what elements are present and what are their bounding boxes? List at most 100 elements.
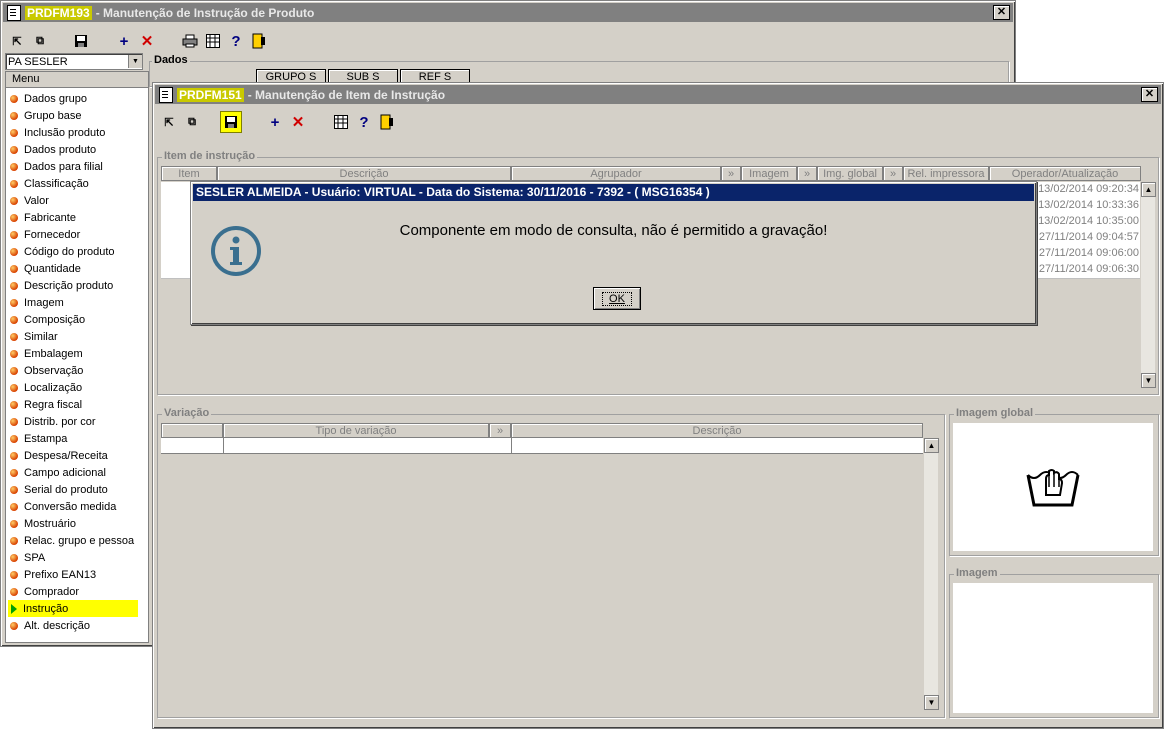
col-img-global[interactable]: Img. global (817, 166, 883, 181)
menu-item[interactable]: Serial do produto (8, 481, 108, 498)
bullet-icon (10, 94, 18, 103)
menu-item[interactable]: Inclusão produto (8, 124, 105, 141)
company-combo[interactable]: PA SESLER ▼ (5, 53, 143, 70)
variacao-cell[interactable] (223, 438, 224, 453)
menu-panel: Menu Dados grupo Grupo base Inclusão produ… (5, 71, 149, 643)
menu-item[interactable]: Instrução (8, 600, 138, 617)
save-icon[interactable] (71, 31, 91, 51)
bullet-icon (10, 587, 18, 596)
menu-item[interactable]: Estampa (8, 430, 67, 447)
bullet-icon (10, 417, 18, 426)
dialog-titlebar[interactable]: SESLER ALMEIDA - Usuário: VIRTUAL - Data… (193, 184, 1034, 201)
menu-item-label: Valor (24, 194, 49, 207)
bullet-icon (10, 366, 18, 375)
scroll-up-icon[interactable]: ▲ (924, 438, 939, 453)
variacao-scrollbar[interactable]: ▲ ▼ (923, 438, 939, 710)
menu-item[interactable]: Comprador (8, 583, 79, 600)
menu-item[interactable]: Mostruário (8, 515, 76, 532)
menu-item[interactable]: Embalagem (8, 345, 83, 362)
print-icon[interactable] (180, 31, 200, 51)
help-icon[interactable]: ? (226, 31, 246, 51)
menu-item[interactable]: Grupo base (8, 107, 81, 124)
first-icon[interactable]: ⇱ (159, 112, 179, 132)
variacao-label: Variação (162, 407, 212, 419)
menu-item[interactable]: Fabricante (8, 209, 76, 226)
menu-item[interactable]: Campo adicional (8, 464, 106, 481)
help-icon[interactable]: ? (354, 112, 374, 132)
save-icon[interactable] (220, 111, 242, 133)
delete-icon[interactable]: ✕ (288, 112, 308, 132)
col-tipo-lookup[interactable]: » (489, 423, 511, 438)
menu-item[interactable]: Relac. grupo e pessoa (8, 532, 134, 549)
grid-icon[interactable] (331, 112, 351, 132)
menu-item[interactable]: Dados para filial (8, 158, 103, 175)
menu-item[interactable]: Imagem (8, 294, 64, 311)
menu-item[interactable]: Código do produto (8, 243, 115, 260)
scroll-up-icon[interactable]: ▲ (1141, 182, 1156, 197)
close-icon[interactable]: ✕ (1141, 87, 1158, 102)
menu-item[interactable]: Descrição produto (8, 277, 113, 294)
menu-item[interactable]: Alt. descrição (8, 617, 90, 634)
copy-icon[interactable]: ⧉ (182, 112, 202, 132)
col-blank[interactable] (161, 423, 223, 438)
bullet-icon (10, 519, 18, 528)
scroll-down-icon[interactable]: ▼ (924, 695, 939, 710)
col-img-global-lookup[interactable]: » (883, 166, 903, 181)
menu-item[interactable]: Dados grupo (8, 90, 87, 107)
back-window-title: - Manutenção de Instrução de Produto (95, 5, 315, 20)
menu-item[interactable]: Similar (8, 328, 58, 345)
col-variacao-descricao[interactable]: Descrição (511, 423, 923, 438)
menu-item[interactable]: Dados produto (8, 141, 96, 158)
variacao-cell[interactable] (511, 438, 512, 453)
document-icon (159, 86, 173, 103)
menu-item[interactable]: Localização (8, 379, 82, 396)
col-operador[interactable]: Operador/Atualização (989, 166, 1141, 181)
scroll-down-icon[interactable]: ▼ (1141, 373, 1156, 388)
col-imagem-lookup[interactable]: » (797, 166, 817, 181)
add-icon[interactable]: + (114, 31, 134, 51)
ok-button[interactable]: OK (593, 287, 641, 310)
menu-item[interactable]: SPA (8, 549, 45, 566)
bullet-icon (10, 162, 18, 171)
menu-item-label: Imagem (24, 296, 64, 309)
menu-item[interactable]: Despesa/Receita (8, 447, 108, 464)
menu-item[interactable]: Prefixo EAN13 (8, 566, 96, 583)
menu-item-label: Instrução (23, 602, 69, 615)
grid-icon[interactable] (203, 31, 223, 51)
variacao-row[interactable] (161, 438, 923, 454)
company-combo-value: PA SESLER (8, 55, 68, 68)
delete-icon[interactable]: ✕ (137, 31, 157, 51)
col-item[interactable]: Item (161, 166, 217, 181)
bullet-icon (10, 434, 18, 443)
copy-icon[interactable]: ⧉ (30, 31, 50, 51)
col-tipo-variacao[interactable]: Tipo de variação (223, 423, 489, 438)
menu-item[interactable]: Fornecedor (8, 226, 80, 243)
add-icon[interactable]: + (265, 112, 285, 132)
front-window-code: PRDFM151 (177, 87, 244, 102)
exit-icon[interactable] (377, 112, 397, 132)
col-descricao[interactable]: Descrição (217, 166, 511, 181)
first-icon[interactable]: ⇱ (7, 31, 27, 51)
menu-item-label: Localização (24, 381, 83, 394)
menu-item[interactable]: Classificação (8, 175, 89, 192)
menu-item[interactable]: Distrib. por cor (8, 413, 96, 430)
menu-item[interactable]: Composição (8, 311, 85, 328)
col-rel-impressora[interactable]: Rel. impressora (903, 166, 989, 181)
menu-item[interactable]: Observação (8, 362, 83, 379)
menu-item-label: Observação (24, 364, 84, 377)
front-window-titlebar[interactable]: PRDFM151 - Manutenção de Item de Instruç… (155, 85, 1161, 104)
menu-item[interactable]: Regra fiscal (8, 396, 82, 413)
exit-icon[interactable] (249, 31, 269, 51)
menu-item[interactable]: Conversão medida (8, 498, 116, 515)
menu-item[interactable]: Quantidade (8, 260, 81, 277)
menu-item[interactable]: Valor (8, 192, 49, 209)
bullet-icon (10, 621, 18, 630)
chevron-down-icon[interactable]: ▼ (128, 55, 142, 68)
col-imagem[interactable]: Imagem (741, 166, 797, 181)
bullet-icon (10, 128, 18, 137)
col-agrupador[interactable]: Agrupador (511, 166, 721, 181)
col-agrupador-lookup[interactable]: » (721, 166, 741, 181)
item-scrollbar[interactable]: ▲ ▼ (1140, 182, 1156, 388)
back-window-titlebar[interactable]: PRDFM193 - Manutenção de Instrução de Pr… (3, 3, 1013, 22)
close-icon[interactable]: ✕ (993, 5, 1010, 20)
